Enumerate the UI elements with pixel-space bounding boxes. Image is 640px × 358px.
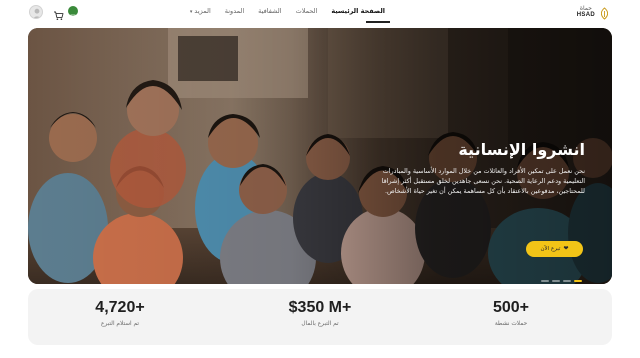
logo-latin: HSAD (576, 11, 595, 18)
nav-item-more[interactable]: ▾ المزيد (190, 7, 211, 15)
stat-value: 500+ (492, 299, 530, 316)
stat-label: تم التبرع بالمال (301, 320, 339, 327)
chevron-down-icon: ▾ (189, 9, 193, 15)
hero-title: انشروا الإنسانية (458, 140, 585, 159)
nav-item-transparency[interactable]: الشفافية (258, 7, 281, 15)
stat-label: حملات نشطة (494, 320, 528, 327)
logo-text: حماة HSAD (576, 5, 595, 18)
stat-value: $350 M+ (288, 299, 352, 316)
language-flag-icon[interactable] (68, 6, 78, 18)
heart-hand-icon: ❤ (563, 245, 569, 252)
slider-dot-active[interactable] (574, 280, 582, 282)
hero-content: انشروا الإنسانية نحن نعمل على تمكين الأف… (360, 140, 585, 197)
donate-now-button[interactable]: ❤ تبرع الآن (526, 241, 583, 257)
stat-active-campaigns: 500+ حملات نشطة (431, 299, 591, 327)
stat-money-donated: $350 M+ تم التبرع بالمال (240, 299, 400, 327)
slider-dot[interactable] (541, 280, 549, 282)
slider-dot[interactable] (563, 280, 571, 282)
slider-pagination (541, 280, 582, 282)
stat-value: 4,720+ (95, 299, 145, 316)
logo-mark-icon (598, 5, 611, 20)
nav-item-home[interactable]: الصفحة الرئيسية (331, 7, 385, 15)
brand-logo[interactable]: حماة HSAD (576, 5, 611, 20)
stat-donations-received: 4,720+ تم استلام التبرع (40, 299, 200, 327)
stats-panel: 4,720+ تم استلام التبرع $350 M+ تم التبر… (28, 289, 612, 345)
active-nav-indicator (366, 21, 390, 23)
user-avatar-icon[interactable] (29, 5, 43, 19)
stat-label: تم استلام التبرع (101, 320, 139, 327)
slider-dot[interactable] (552, 280, 560, 282)
cart-icon[interactable] (53, 6, 64, 20)
nav-item-label: المزيد (194, 7, 211, 15)
site-header: ▾ المزيد المدونة الشفافية الحملات الصفحة … (0, 0, 640, 26)
hero-description: نحن نعمل على تمكين الأفراد والعائلات من … (381, 167, 585, 196)
nav-item-blog[interactable]: المدونة (225, 7, 244, 15)
hero-banner: انشروا الإنسانية نحن نعمل على تمكين الأف… (28, 28, 612, 284)
nav-item-campaigns[interactable]: الحملات (296, 7, 318, 15)
main-nav: ▾ المزيد المدونة الشفافية الحملات الصفحة … (190, 7, 385, 15)
donate-button-label: تبرع الآن (540, 246, 561, 252)
